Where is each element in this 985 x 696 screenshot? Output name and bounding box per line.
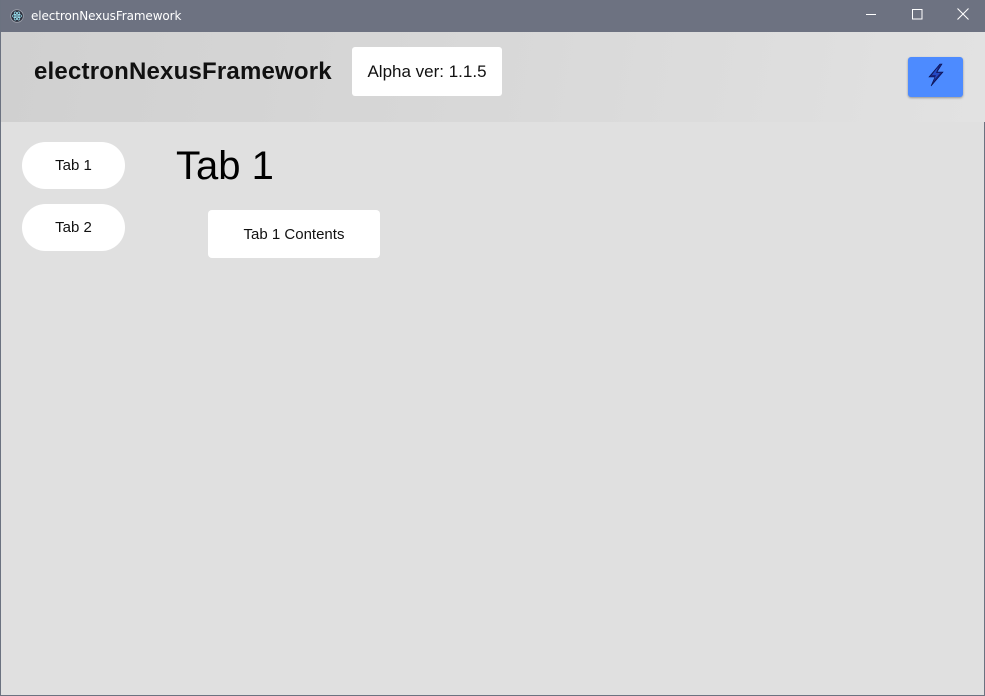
tab-2-label: Tab 2 <box>55 219 92 236</box>
version-label: Alpha ver: 1.1.5 <box>367 61 487 81</box>
tab-2-button[interactable]: Tab 2 <box>22 204 125 251</box>
title-bar[interactable]: electronNexusFramework <box>1 0 985 32</box>
lightning-button[interactable] <box>908 57 963 97</box>
tab-contents-text: Tab 1 Contents <box>243 225 345 243</box>
window-controls <box>848 0 985 32</box>
close-icon <box>957 7 969 25</box>
tab-1-label: Tab 1 <box>55 157 92 174</box>
tab-1-button[interactable]: Tab 1 <box>22 142 125 189</box>
page-title: Tab 1 <box>176 144 274 188</box>
app-name: electronNexusFramework <box>34 58 332 85</box>
app-header: electronNexusFramework Alpha ver: 1.1.5 <box>1 32 985 122</box>
lightning-bolt-icon <box>923 62 949 93</box>
maximize-button[interactable] <box>894 0 940 32</box>
window-title: electronNexusFramework <box>31 9 182 23</box>
tab-contents-card: Tab 1 Contents <box>208 210 380 258</box>
electron-app-icon <box>10 9 24 23</box>
minimize-icon <box>865 7 877 25</box>
app-window: electronNexusFramework electronNexusFram… <box>0 0 985 696</box>
minimize-button[interactable] <box>848 0 894 32</box>
close-button[interactable] <box>940 0 985 32</box>
version-badge: Alpha ver: 1.1.5 <box>352 47 502 96</box>
maximize-icon <box>911 7 923 25</box>
